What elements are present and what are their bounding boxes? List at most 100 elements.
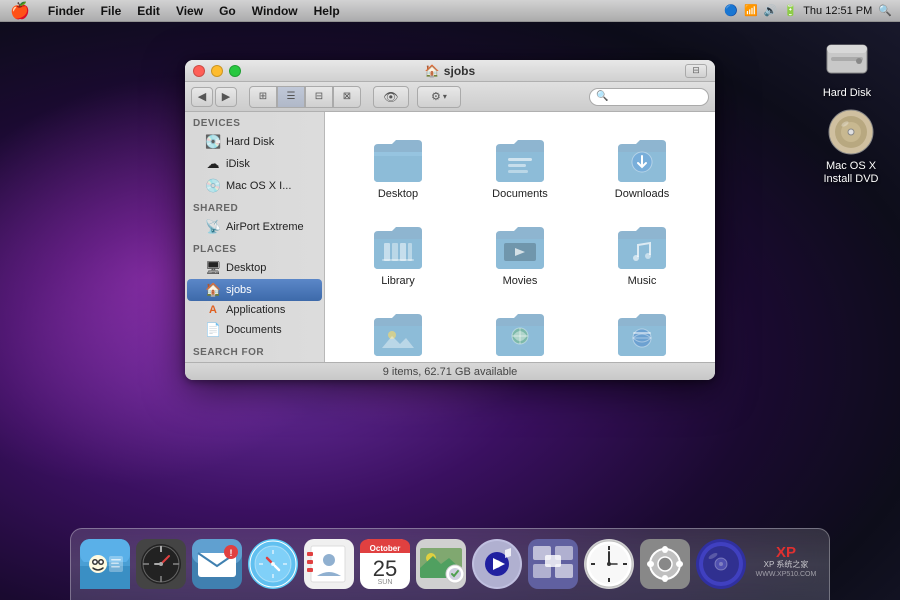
sites-folder-icon — [614, 308, 670, 358]
dock-icons: ! — [79, 538, 821, 596]
file-item-library[interactable]: Library — [341, 215, 455, 294]
file-item-public[interactable]: Public — [463, 302, 577, 362]
downloads-folder-label: Downloads — [615, 188, 669, 201]
file-item-sites[interactable]: Sites — [585, 302, 699, 362]
sjobs-icon: 🏠 — [205, 282, 221, 298]
file-item-downloads[interactable]: Downloads — [585, 128, 699, 207]
dock-safari[interactable] — [247, 538, 299, 590]
dock-expose[interactable] — [527, 538, 579, 590]
pictures-folder-icon — [370, 308, 426, 358]
applications-label: Applications — [226, 304, 285, 316]
sidebar-item-desktop[interactable]: 🖥 Desktop — [187, 257, 322, 279]
menu-go[interactable]: Go — [211, 2, 244, 20]
sidebar-item-airport[interactable]: 📡 AirPort Extreme — [187, 216, 322, 238]
file-grid: Desktop Documents — [325, 112, 715, 362]
sidebar: DEVICES 💽 Hard Disk ☁ iDisk 💿 Mac OS X I… — [185, 112, 325, 362]
dock-itunes[interactable] — [471, 538, 523, 590]
search-icon: 🔍 — [596, 91, 608, 102]
menu-edit[interactable]: Edit — [129, 2, 168, 20]
harddisk-sidebar-icon: 💽 — [205, 134, 221, 150]
gear-icon: ⚙ — [431, 90, 441, 103]
desktop-icon-dvd[interactable]: Mac OS X Install DVD — [816, 108, 886, 186]
svg-text:25: 25 — [373, 556, 397, 581]
desktop-folder-icon — [370, 134, 426, 184]
dock-finder[interactable] — [79, 538, 131, 590]
file-item-desktop[interactable]: Desktop — [341, 128, 455, 207]
back-button[interactable]: ◀ — [191, 87, 213, 107]
cover-view-button[interactable]: ⊠ — [333, 86, 361, 108]
sidebar-item-sjobs[interactable]: 🏠 sjobs — [187, 279, 322, 301]
bluetooth-icon: 🔵 — [724, 4, 738, 17]
dock-iphoto[interactable] — [415, 538, 467, 590]
file-item-pictures[interactable]: Pictures — [341, 302, 455, 362]
idisk-icon: ☁ — [205, 156, 221, 172]
watermark-line1: XP 系统之家 — [764, 560, 809, 570]
menu-finder[interactable]: Finder — [40, 2, 93, 20]
desktop: 🍎 Finder File Edit View Go Window Help 🔵… — [0, 0, 900, 600]
action-button[interactable]: ⚙ ▾ — [417, 86, 461, 108]
view-buttons: ⊞ ☰ ⊟ ⊠ — [249, 86, 361, 108]
macosx-label: Mac OS X I... — [226, 180, 291, 192]
dvd-label: Mac OS X Install DVD — [816, 160, 886, 186]
menubar: 🍎 Finder File Edit View Go Window Help 🔵… — [0, 0, 900, 22]
quicklook-button[interactable]: 👁 — [373, 86, 409, 108]
close-button[interactable] — [193, 65, 205, 77]
applications-icon: A — [205, 304, 221, 316]
icon-view-button[interactable]: ⊞ — [249, 86, 277, 108]
list-view-button[interactable]: ☰ — [277, 86, 305, 108]
idisk-label: iDisk — [226, 158, 250, 170]
dock-addressbook[interactable] — [303, 538, 355, 590]
sidebar-item-documents[interactable]: 📄 Documents — [187, 319, 322, 341]
sidebar-item-macosx[interactable]: 💿 Mac OS X I... — [187, 175, 322, 197]
nav-buttons: ◀ ▶ — [191, 87, 237, 107]
sidebar-item-idisk[interactable]: ☁ iDisk — [187, 153, 322, 175]
music-folder-icon — [614, 221, 670, 271]
finder-body: DEVICES 💽 Hard Disk ☁ iDisk 💿 Mac OS X I… — [185, 112, 715, 362]
desktop-icon-harddisk[interactable]: Hard Disk — [812, 35, 882, 100]
watermark-area: XP XP 系统之家 WWW.XP510.COM — [751, 538, 821, 590]
shared-header: SHARED — [185, 197, 324, 216]
desktop-folder-label: Desktop — [378, 188, 418, 201]
sidebar-item-applications[interactable]: A Applications — [187, 301, 322, 319]
harddisk-label: Hard Disk — [823, 87, 871, 100]
library-folder-icon — [370, 221, 426, 271]
dvd-icon — [827, 108, 875, 156]
file-item-documents[interactable]: Documents — [463, 128, 577, 207]
library-folder-label: Library — [381, 275, 415, 288]
menu-file[interactable]: File — [93, 2, 130, 20]
search-box[interactable]: 🔍 — [589, 88, 709, 106]
forward-button[interactable]: ▶ — [215, 87, 237, 107]
search-area: 🔍 — [589, 88, 709, 106]
maximize-button[interactable] — [229, 65, 241, 77]
dock-dashboard[interactable] — [135, 538, 187, 590]
volume-icon: 🔊 — [764, 4, 778, 17]
dock-mail[interactable]: ! — [191, 538, 243, 590]
wifi-icon: 📶 — [744, 4, 758, 17]
menu-window[interactable]: Window — [244, 2, 306, 20]
menu-view[interactable]: View — [168, 2, 211, 20]
finder-window: 🏠 sjobs ⊟ ◀ ▶ ⊞ ☰ ⊟ ⊠ 👁 ⚙ ▾ — [185, 60, 715, 380]
column-view-button[interactable]: ⊟ — [305, 86, 333, 108]
battery-icon: 🔋 — [784, 4, 798, 17]
menu-help[interactable]: Help — [306, 2, 348, 20]
titlebar: 🏠 sjobs ⊟ — [185, 60, 715, 82]
watermark-xp: XP — [776, 545, 796, 560]
sidebar-section-searchfor: SEARCH FOR ⏱ Today ⏱ Yesterday ⏱ Past We… — [185, 341, 324, 362]
sidebar-section-shared: SHARED 📡 AirPort Extreme — [185, 197, 324, 238]
documents-sidebar-icon: 📄 — [205, 322, 221, 338]
file-item-music[interactable]: Music — [585, 215, 699, 294]
dock-ical[interactable]: October 25 SUN — [359, 538, 411, 590]
dock-sysprefs[interactable] — [639, 538, 691, 590]
minimize-button[interactable] — [211, 65, 223, 77]
dock-clock[interactable] — [583, 538, 635, 590]
toolbar-toggle[interactable]: ⊟ — [685, 64, 707, 78]
dock-dvdplayer[interactable] — [695, 538, 747, 590]
spotlight-icon[interactable]: 🔍 — [878, 4, 892, 17]
file-item-movies[interactable]: Movies — [463, 215, 577, 294]
movies-folder-icon — [492, 221, 548, 271]
dock: ! — [0, 520, 900, 600]
sidebar-item-harddisk[interactable]: 💽 Hard Disk — [187, 131, 322, 153]
svg-text:SUN: SUN — [378, 579, 393, 586]
airport-label: AirPort Extreme — [226, 221, 304, 233]
apple-menu[interactable]: 🍎 — [0, 1, 40, 21]
